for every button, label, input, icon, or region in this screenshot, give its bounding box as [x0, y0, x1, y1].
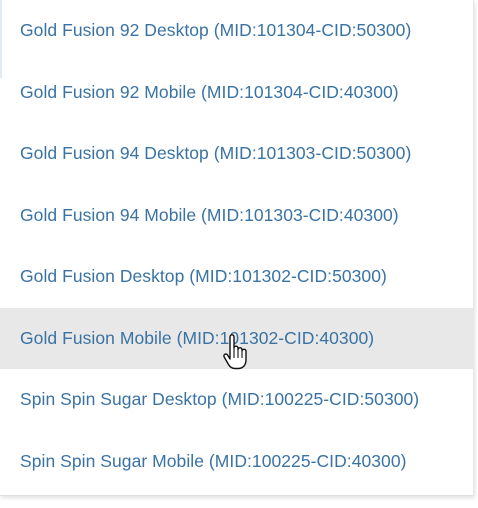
option-label: Spin Spin Sugar Desktop (MID:100225-CID:…: [20, 389, 420, 410]
option-label: Gold Fusion 94 Desktop (MID:101303-CID:5…: [20, 143, 412, 164]
option-label: Gold Fusion 94 Mobile (MID:101303-CID:40…: [20, 204, 399, 225]
option-label: Gold Fusion Desktop (MID:101302-CID:5030…: [20, 266, 387, 287]
dropdown-option[interactable]: Gold Fusion 94 Mobile (MID:101303-CID:40…: [0, 185, 473, 247]
option-label: Gold Fusion Mobile (MID:101302-CID:40300…: [20, 327, 375, 348]
dropdown-option[interactable]: Spin Spin Sugar Mobile (MID:100225-CID:4…: [0, 431, 473, 493]
option-label: Spin Spin Sugar Mobile (MID:100225-CID:4…: [20, 450, 407, 471]
dropdown-option[interactable]: Spin Spin Sugar Desktop (MID:100225-CID:…: [0, 369, 473, 431]
dropdown-list: Gold Fusion 92 Desktop (MID:101304-CID:5…: [0, 0, 474, 496]
option-label: Gold Fusion 92 Desktop (MID:101304-CID:5…: [20, 20, 412, 41]
dropdown-option[interactable]: Gold Fusion 94 Desktop (MID:101303-CID:5…: [0, 123, 473, 185]
dropdown-option[interactable]: Gold Fusion 92 Mobile (MID:101304-CID:40…: [0, 62, 473, 124]
dropdown-option[interactable]: Gold Fusion Desktop (MID:101302-CID:5030…: [0, 246, 473, 308]
dropdown-option-hovered[interactable]: Gold Fusion Mobile (MID:101302-CID:40300…: [0, 307, 473, 369]
dropdown-option[interactable]: Gold Fusion 92 Desktop (MID:101304-CID:5…: [0, 0, 473, 62]
option-label: Gold Fusion 92 Mobile (MID:101304-CID:40…: [20, 81, 399, 102]
